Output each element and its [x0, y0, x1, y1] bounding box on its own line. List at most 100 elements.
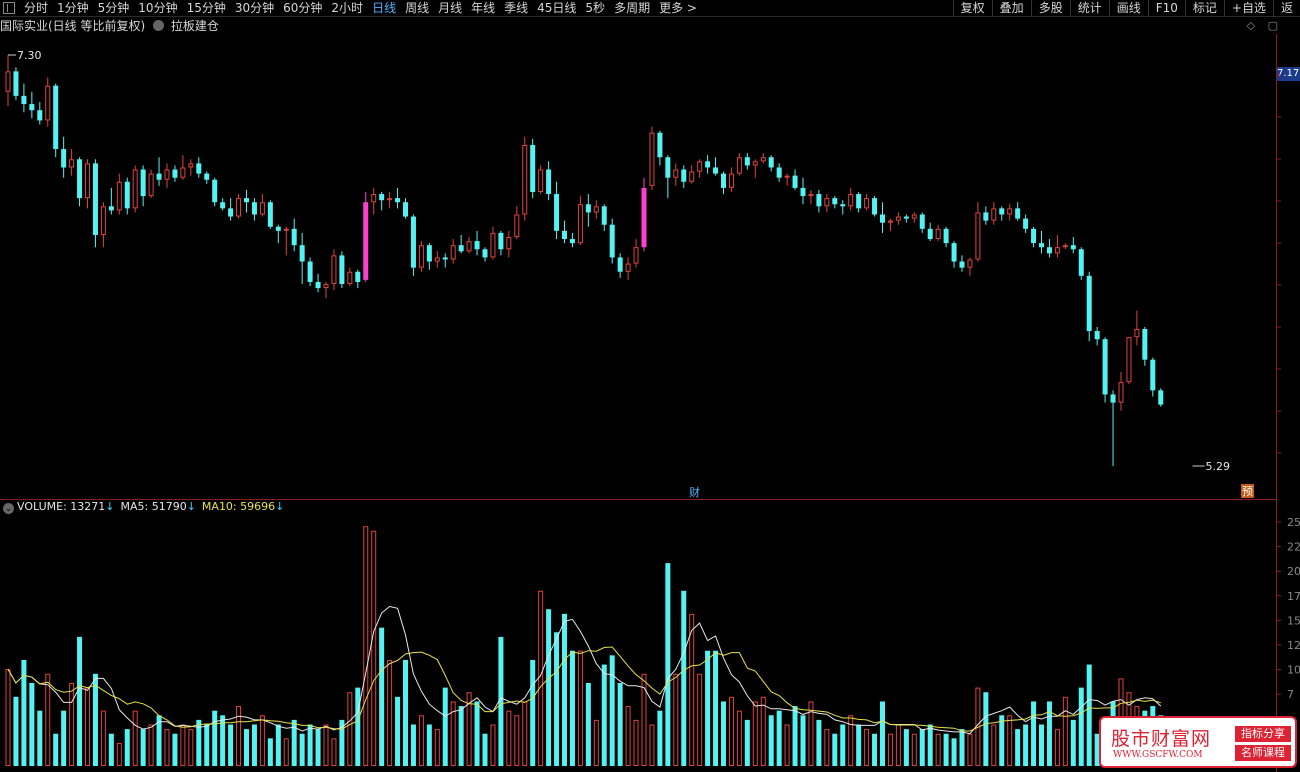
- volume-bar: [800, 715, 806, 766]
- candle-body: [323, 284, 329, 289]
- candle-body: [212, 179, 218, 203]
- candle-body: [864, 198, 870, 209]
- volume-bar: [840, 724, 846, 766]
- candle-body: [713, 167, 719, 174]
- volume-bar: [275, 724, 281, 766]
- candle-body: [339, 255, 345, 285]
- volume-bar: [697, 673, 703, 766]
- candle-body: [927, 228, 933, 240]
- candle-body: [577, 204, 583, 244]
- candle-body: [450, 245, 456, 260]
- volume-bar: [728, 696, 734, 766]
- candle-body: [1039, 243, 1044, 248]
- candle-body: [554, 194, 560, 231]
- volume-bar: [967, 733, 973, 767]
- volume-bar: [434, 729, 440, 766]
- volume-bar: [991, 724, 997, 766]
- candle-body: [1134, 329, 1140, 338]
- volume-bar: [1070, 719, 1076, 766]
- volume-axis-label: 25: [1287, 516, 1300, 529]
- volume-bar: [1023, 724, 1029, 766]
- volume-bar: [832, 733, 838, 766]
- candle-body: [29, 104, 35, 111]
- volume-bar: [323, 724, 329, 766]
- down-arrow-icon: ↓: [105, 500, 115, 513]
- volume-bar: [1078, 687, 1084, 766]
- volume-bar: [848, 715, 854, 766]
- candle-body: [760, 157, 766, 162]
- volume-bar: [705, 650, 711, 766]
- volume-bar: [283, 738, 289, 766]
- volume-bar: [331, 738, 337, 766]
- candle-body: [585, 204, 591, 213]
- candle-body: [315, 281, 321, 289]
- candle-body: [880, 214, 885, 223]
- volume-bar: [132, 710, 138, 767]
- candle-body: [569, 239, 575, 244]
- volume-bar: [61, 710, 67, 766]
- candle-body: [872, 198, 878, 215]
- candle-body: [148, 173, 154, 197]
- candle-body: [832, 198, 838, 205]
- down-arrow-icon: ↓: [275, 500, 285, 513]
- candle-body: [395, 198, 401, 203]
- candle-body: [840, 204, 846, 207]
- volume-bar: [943, 733, 949, 766]
- volume-bar: [140, 729, 146, 766]
- candle-body: [53, 85, 59, 150]
- volume-bar: [45, 673, 51, 766]
- volume-bar: [347, 692, 353, 767]
- volume-bar: [736, 710, 742, 767]
- volume-bar: [657, 710, 663, 766]
- volume-bar: [403, 659, 408, 766]
- watermark-badge-course: 名师课程: [1235, 745, 1291, 761]
- volume-chevron-icon[interactable]: ⌄: [3, 503, 14, 514]
- candle-body: [116, 181, 122, 211]
- volume-bar: [864, 729, 870, 766]
- volume-bar: [1039, 724, 1044, 766]
- watermark-title: 股市财富网: [1111, 728, 1212, 750]
- candle-body: [228, 208, 234, 217]
- volume-bar: [562, 613, 567, 766]
- candle-body: [816, 194, 822, 207]
- volume-bar: [721, 701, 726, 766]
- volume-bar: [1007, 715, 1013, 766]
- candle-body: [100, 206, 106, 235]
- candle-body: [609, 224, 615, 258]
- candle-body: [1015, 208, 1021, 219]
- candle-body: [132, 169, 138, 209]
- volume-bar: [919, 729, 925, 766]
- volume-bar: [29, 683, 35, 766]
- candle-body: [355, 271, 361, 282]
- volume-bar: [530, 659, 536, 766]
- candle-body: [331, 255, 337, 285]
- candle-body: [21, 95, 27, 105]
- candle-body: [903, 216, 909, 219]
- volume-bar: [546, 609, 552, 766]
- candle-body: [1102, 339, 1108, 395]
- candle-body: [77, 159, 83, 199]
- volume-bar: [251, 724, 257, 766]
- candle-body: [601, 206, 607, 225]
- candle-body: [665, 157, 671, 178]
- volume-bar: [673, 673, 679, 766]
- volume-bar: [418, 715, 424, 766]
- candle-body: [490, 232, 496, 258]
- candle-body: [426, 245, 432, 262]
- kline-chart[interactable]: 7.30 5.29 财 预 25 22 20 17 15 12 10 7: [0, 0, 1300, 772]
- candle-body: [410, 216, 416, 268]
- candle-body: [975, 212, 981, 260]
- volume-bar: [959, 729, 965, 766]
- candle-body: [172, 169, 178, 178]
- volume-bar: [903, 729, 909, 766]
- volume-bar: [752, 701, 758, 767]
- volume-bar: [236, 706, 242, 766]
- volume-bar: [713, 650, 719, 766]
- candle-body: [220, 202, 226, 209]
- low-price-label: 5.29: [1206, 460, 1231, 473]
- volume-bar: [649, 724, 655, 766]
- candle-body: [546, 169, 552, 195]
- candle-body: [991, 208, 997, 221]
- volume-bar: [212, 710, 218, 766]
- volume-bar: [856, 724, 862, 766]
